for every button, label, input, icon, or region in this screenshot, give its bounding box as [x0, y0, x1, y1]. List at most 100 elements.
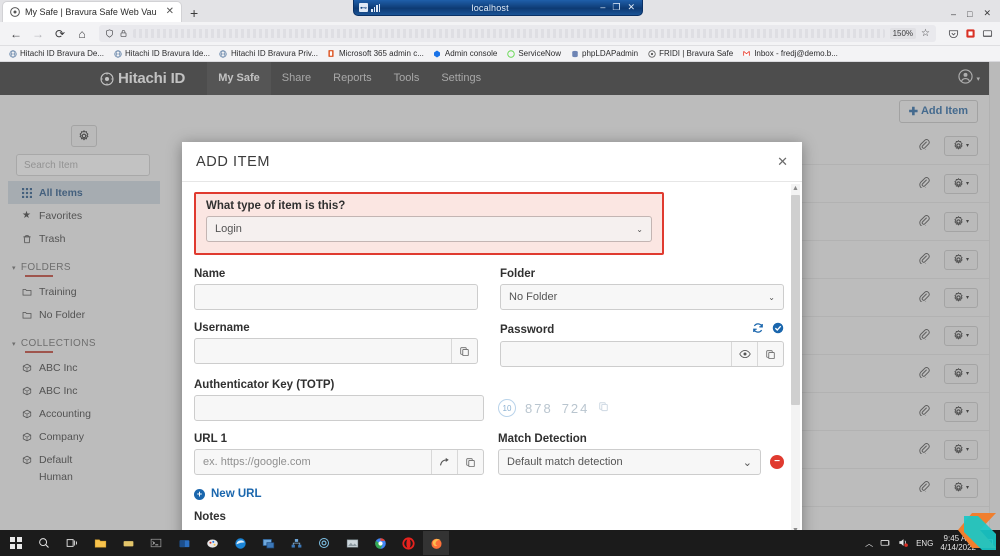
notepad-icon[interactable] — [115, 531, 141, 555]
scroll-thumb[interactable] — [791, 195, 800, 405]
copy-icon[interactable] — [598, 401, 609, 415]
ldap-icon — [570, 49, 579, 58]
url-label: URL 1 — [194, 433, 228, 445]
volume-icon[interactable] — [898, 537, 909, 550]
password-input[interactable] — [501, 342, 731, 366]
opera-icon[interactable] — [395, 531, 421, 555]
browser-extensions — [943, 27, 994, 40]
chevron-down-icon: ⌄ — [742, 456, 752, 469]
remote-desktop-icon[interactable] — [255, 531, 281, 555]
name-field-group: Name — [194, 268, 478, 310]
zoom-level-indicator[interactable]: 150% — [889, 28, 917, 39]
totp-code-part1: 878 — [525, 400, 553, 416]
folder-field-group: Folder No Folder ⌄ — [500, 268, 784, 310]
shield-icon[interactable] — [105, 29, 114, 38]
rdp-restore-button[interactable]: ❐ — [612, 2, 620, 13]
password-field[interactable] — [500, 341, 784, 367]
lock-icon[interactable] — [119, 29, 128, 38]
window-maximize-button[interactable]: □ — [967, 9, 972, 19]
dialog-scrollbar[interactable]: ▲ ▼ — [791, 184, 800, 530]
totp-input[interactable] — [194, 395, 484, 421]
new-url-button[interactable]: + New URL — [194, 488, 784, 500]
name-input[interactable] — [194, 284, 478, 310]
folder-label: Folder — [500, 268, 536, 280]
copy-icon[interactable] — [457, 450, 483, 474]
bookmark-item[interactable]: ServiceNow — [502, 49, 565, 58]
minus-circle-icon[interactable]: − — [770, 455, 784, 469]
new-url-label: New URL — [211, 488, 262, 500]
bookmark-label: ServiceNow — [518, 49, 562, 58]
dialog-body: ▲ ▼ What type of item is this? Login ⌄ — [182, 182, 802, 530]
bookmark-label: Microsoft 365 admin c... — [338, 49, 424, 58]
search-icon[interactable] — [31, 531, 57, 555]
close-icon[interactable]: ✕ — [777, 154, 788, 170]
copy-icon[interactable] — [451, 339, 477, 363]
match-detection-select[interactable]: Default match detection ⌄ — [498, 449, 761, 475]
account-icon[interactable] — [981, 27, 994, 40]
address-bar[interactable]: 150% ☆ — [99, 25, 936, 42]
network-icon[interactable] — [283, 531, 309, 555]
photos-icon[interactable] — [339, 531, 365, 555]
window-minimize-button[interactable]: – — [951, 9, 956, 19]
paint-icon[interactable] — [199, 531, 225, 555]
bookmark-label: phpLDAPadmin — [582, 49, 639, 58]
item-type-select[interactable]: Login ⌄ — [206, 216, 652, 242]
close-icon[interactable]: ✕ — [165, 7, 175, 17]
bookmark-item[interactable]: Hitachi ID Bravura Priv... — [215, 49, 322, 58]
window-close-button[interactable]: ✕ — [983, 8, 991, 19]
back-icon[interactable]: ← — [6, 24, 26, 44]
chrome-icon[interactable] — [367, 531, 393, 555]
copy-icon[interactable] — [757, 342, 783, 366]
username-input[interactable] — [195, 339, 451, 363]
totp-code-part2: 724 — [561, 400, 590, 416]
bookmark-item[interactable]: Hitachi ID Bravura Ide... — [109, 49, 214, 58]
extension-icon[interactable] — [964, 27, 977, 40]
url-row: URL 1 ex. https://google.com Match Detec… — [194, 433, 784, 475]
folder-select[interactable]: No Folder ⌄ — [500, 284, 784, 310]
pocket-icon[interactable] — [947, 27, 960, 40]
bookmark-item[interactable]: FRIDI | Bravura Safe — [643, 49, 737, 58]
bookmark-item[interactable]: Hitachi ID Bravura De... — [4, 49, 108, 58]
browser-tab[interactable]: My Safe | Bravura Safe Web Vau ✕ — [2, 1, 182, 22]
regenerate-icon[interactable] — [752, 322, 764, 337]
firefox-icon[interactable] — [423, 531, 449, 555]
notes-label: Notes — [194, 511, 226, 523]
task-view-icon[interactable] — [59, 531, 85, 555]
forward-icon[interactable]: → — [28, 24, 48, 44]
globe-icon — [113, 49, 122, 58]
eye-icon[interactable] — [731, 342, 757, 366]
settings-icon[interactable] — [311, 531, 337, 555]
bookmark-item[interactable]: phpLDAPadmin — [566, 49, 642, 58]
match-detection-value: Default match detection — [507, 456, 623, 468]
credentials-row: Username Password — [194, 322, 784, 367]
url-input[interactable]: ex. https://google.com — [195, 450, 431, 474]
check-circle-icon[interactable] — [772, 322, 784, 337]
rdp-close-button[interactable]: ✕ — [627, 2, 635, 13]
new-tab-button[interactable]: + — [182, 6, 206, 22]
edge-icon[interactable] — [227, 531, 253, 555]
terminal-icon[interactable] — [143, 531, 169, 555]
outlook-icon[interactable] — [171, 531, 197, 555]
bookmark-item[interactable]: Admin console — [429, 49, 501, 58]
totp-group: Authenticator Key (TOTP) 10 878 724 — [194, 379, 784, 421]
totp-timer: 10 — [498, 399, 516, 417]
scroll-up-arrow[interactable]: ▲ — [791, 184, 800, 194]
tray-chevron-icon[interactable]: ︿ — [865, 538, 873, 549]
chevron-down-icon: ⌄ — [636, 224, 643, 234]
bookmark-item[interactable]: Inbox - fredj@demo.b... — [738, 49, 842, 58]
launch-icon[interactable] — [431, 450, 457, 474]
servicenow-icon — [506, 49, 515, 58]
bookmark-item[interactable]: Microsoft 365 admin c... — [323, 49, 428, 58]
username-field[interactable] — [194, 338, 478, 364]
url-field[interactable]: ex. https://google.com — [194, 449, 484, 475]
windows-start-icon[interactable] — [3, 531, 29, 555]
file-explorer-icon[interactable] — [87, 531, 113, 555]
pin-icon[interactable]: ⊷ — [359, 3, 368, 12]
language-indicator[interactable]: ENG — [916, 539, 933, 548]
network-tray-icon[interactable] — [880, 537, 891, 550]
username-field-group: Username — [194, 322, 478, 367]
reload-icon[interactable]: ⟳ — [50, 24, 70, 44]
home-icon[interactable]: ⌂ — [72, 24, 92, 44]
bookmark-star-icon[interactable]: ☆ — [921, 28, 930, 39]
rdp-minimize-button[interactable]: – — [600, 2, 605, 13]
